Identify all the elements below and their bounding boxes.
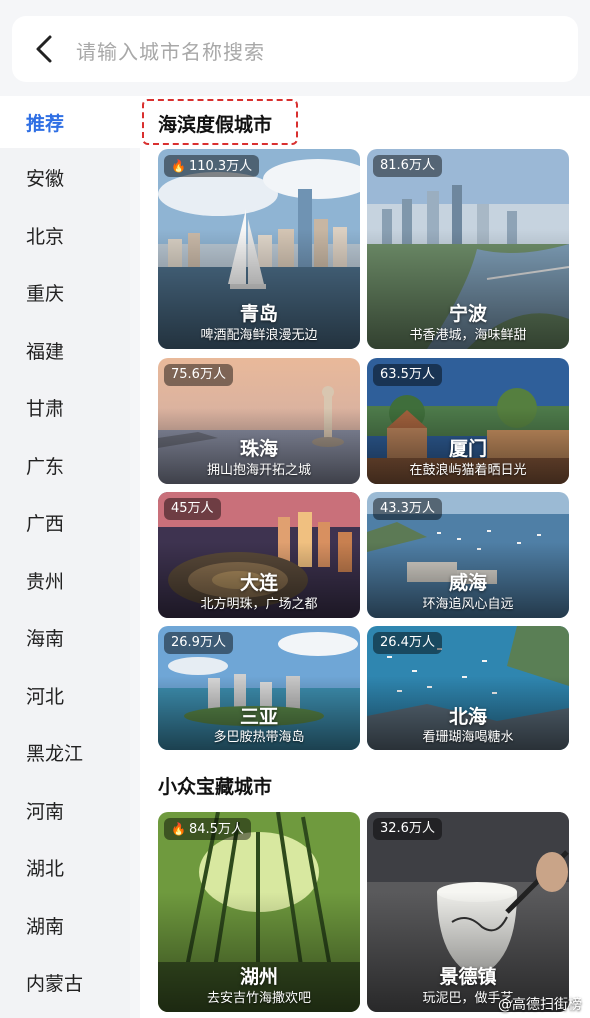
visitor-count-badge: 26.4万人 (373, 632, 442, 654)
visitor-count: 32.6万人 (380, 821, 435, 836)
city-card-xiamen[interactable]: 63.5万人 厦门 在鼓浪屿猫着晒日光 (367, 358, 569, 484)
sidebar-item-anhui[interactable]: 安徽 (26, 164, 64, 191)
city-tagline: 书香港城，海味鲜甜 (409, 328, 527, 343)
city-name: 大连 (239, 572, 278, 594)
visitor-count: 84.5万人 (188, 822, 244, 837)
city-card-ningbo[interactable]: 81.6万人 宁波 书香港城，海味鲜甜 (367, 149, 569, 349)
city-tagline: 多巴胺热带海岛 (213, 730, 305, 745)
hot-fire-icon: 🔥 (171, 159, 186, 173)
sidebar-item-henan[interactable]: 河南 (26, 797, 64, 824)
city-card-qingdao[interactable]: 🔥 110.3万人 青岛 啤酒配海鲜浪漫无边 (158, 149, 360, 349)
visitor-count-badge: 45万人 (164, 498, 221, 520)
top-bar: 请输入城市名称搜索 (0, 0, 590, 96)
city-tagline: 北方明珠，广场之都 (200, 597, 318, 612)
visitor-count-badge: 32.6万人 (373, 818, 442, 840)
visitor-count-badge: 81.6万人 (373, 155, 442, 177)
hot-fire-icon: 🔥 (171, 822, 186, 836)
city-tagline: 环海追风心自远 (422, 597, 514, 612)
search-input[interactable]: 请输入城市名称搜索 (76, 36, 265, 65)
visitor-count-badge: 🔥 84.5万人 (164, 818, 251, 840)
section-title-seaside: 海滨度假城市 (158, 114, 273, 136)
visitor-count: 26.4万人 (380, 635, 435, 650)
city-tagline: 看珊瑚海喝糖水 (422, 730, 514, 745)
city-card-zhuhai[interactable]: 75.6万人 珠海 拥山抱海开拓之城 (158, 358, 360, 484)
sidebar-active-bg (0, 96, 140, 148)
city-card-dalian[interactable]: 45万人 大连 北方明珠，广场之都 (158, 492, 360, 618)
visitor-count-badge: 43.3万人 (373, 498, 442, 520)
back-arrow-icon[interactable] (30, 33, 62, 65)
visitor-count: 81.6万人 (380, 158, 435, 173)
province-sidebar: 推荐 安徽 北京 重庆 福建 甘肃 广东 广西 贵州 海南 河北 黑龙江 河南 … (0, 96, 140, 1018)
city-card-sanya[interactable]: 26.9万人 三亚 多巴胺热带海岛 (158, 626, 360, 750)
visitor-count-badge: 🔥 110.3万人 (164, 155, 260, 177)
sidebar-item-gansu[interactable]: 甘肃 (26, 394, 64, 421)
sidebar-item-heilongjiang[interactable]: 黑龙江 (26, 739, 83, 766)
city-tagline: 拥山抱海开拓之城 (206, 463, 311, 478)
sidebar-item-guizhou[interactable]: 贵州 (26, 567, 64, 594)
city-name: 湖州 (239, 966, 278, 988)
visitor-count-badge: 63.5万人 (373, 364, 442, 386)
city-name: 青岛 (239, 303, 278, 325)
sidebar-item-neimenggu[interactable]: 内蒙古 (26, 969, 83, 996)
sidebar-item-hainan[interactable]: 海南 (26, 624, 64, 651)
city-name: 珠海 (239, 438, 278, 460)
visitor-count-badge: 26.9万人 (164, 632, 233, 654)
city-card-beihai[interactable]: 26.4万人 北海 看珊瑚海喝糖水 (367, 626, 569, 750)
visitor-count-badge: 75.6万人 (164, 364, 233, 386)
visitor-count: 63.5万人 (380, 367, 435, 382)
city-name: 宁波 (448, 303, 487, 325)
visitor-count: 26.9万人 (171, 635, 226, 650)
sidebar-item-chongqing[interactable]: 重庆 (26, 279, 64, 306)
sidebar-item-guangxi[interactable]: 广西 (26, 509, 64, 536)
sidebar-item-fujian[interactable]: 福建 (26, 337, 64, 364)
city-tagline: 去安吉竹海撒欢吧 (206, 991, 311, 1006)
sidebar-item-beijing[interactable]: 北京 (26, 222, 64, 249)
city-name: 景德镇 (439, 966, 497, 988)
city-name: 厦门 (448, 438, 487, 460)
city-card-weihai[interactable]: 43.3万人 威海 环海追风心自远 (367, 492, 569, 618)
search-box[interactable]: 请输入城市名称搜索 (12, 16, 578, 82)
visitor-count: 43.3万人 (380, 501, 435, 516)
sidebar-item-hunan[interactable]: 湖南 (26, 912, 64, 939)
city-name: 三亚 (239, 706, 278, 728)
city-name: 威海 (448, 572, 487, 594)
sidebar-item-hubei[interactable]: 湖北 (26, 854, 64, 881)
watermark: @高德扫街榜 (498, 997, 582, 1013)
sidebar-item-hebei[interactable]: 河北 (26, 682, 64, 709)
sidebar-item-guangdong[interactable]: 广东 (26, 452, 64, 479)
city-card-huzhou[interactable]: 🔥 84.5万人 湖州 去安吉竹海撒欢吧 (158, 812, 360, 1012)
sidebar-item-recommend[interactable]: 推荐 (26, 109, 64, 136)
city-card-jingdezhen[interactable]: 32.6万人 景德镇 玩泥巴，做手艺 (367, 812, 569, 1012)
visitor-count: 110.3万人 (188, 159, 253, 174)
city-tagline: 啤酒配海鲜浪漫无边 (200, 328, 318, 343)
city-name: 北海 (448, 706, 487, 728)
visitor-count: 75.6万人 (171, 367, 226, 382)
city-tagline: 在鼓浪屿猫着晒日光 (409, 463, 527, 478)
section-title-hidden-gems: 小众宝藏城市 (158, 776, 273, 798)
visitor-count: 45万人 (171, 501, 214, 516)
